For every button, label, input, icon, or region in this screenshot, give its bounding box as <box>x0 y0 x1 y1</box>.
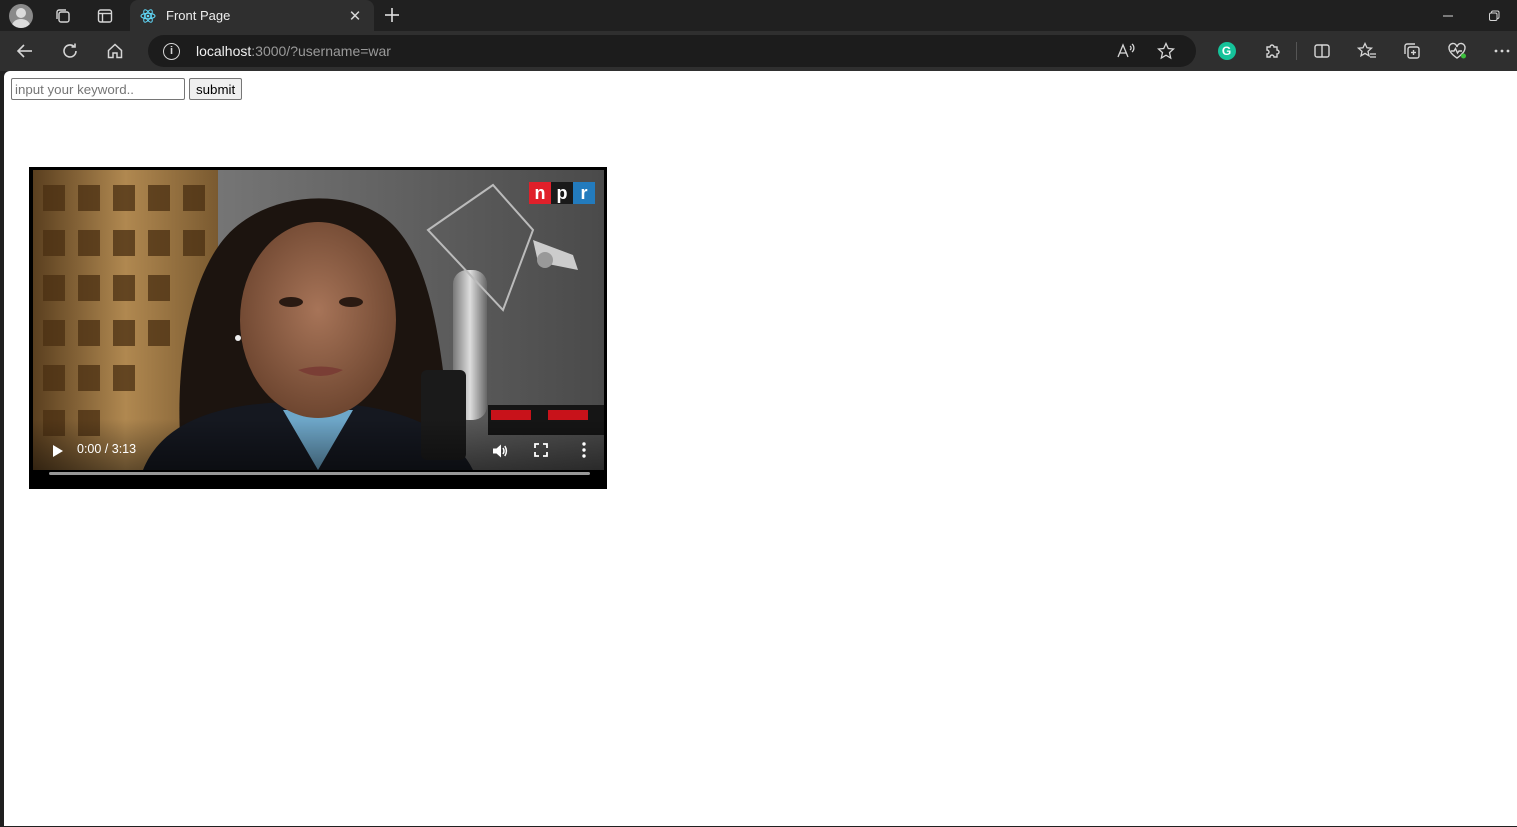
page-viewport: submit <box>4 71 1517 826</box>
video-player[interactable]: n p r 0:00 / 3:13 <box>29 167 607 489</box>
tab-close-icon[interactable]: ✕ <box>346 7 364 25</box>
browser-essentials-button[interactable] <box>1434 35 1479 67</box>
video-controls: 0:00 / 3:13 <box>29 435 607 489</box>
new-tab-button[interactable] <box>380 3 404 27</box>
back-button[interactable] <box>5 35 45 67</box>
svg-text:r: r <box>580 183 587 203</box>
window-controls <box>1425 0 1517 31</box>
read-aloud-button[interactable] <box>1106 35 1146 67</box>
video-progress-bar[interactable] <box>49 472 590 475</box>
keyword-input[interactable] <box>11 78 185 100</box>
url-text: localhost:3000/?username=war <box>196 43 391 59</box>
toolbar-separator <box>1296 42 1297 60</box>
npr-logo: n p r <box>529 182 595 204</box>
site-info-icon[interactable]: i <box>163 42 180 60</box>
reload-icon <box>63 43 77 58</box>
heart-pulse-icon <box>1447 42 1466 59</box>
tab-strip: Front Page ✕ <box>0 0 1517 31</box>
minimize-button[interactable] <box>1425 0 1471 31</box>
favorites-button[interactable] <box>1344 35 1389 67</box>
grammarly-icon: G <box>1217 42 1236 60</box>
tab-actions-button[interactable] <box>84 0 126 31</box>
home-button[interactable] <box>95 35 135 67</box>
ellipsis-icon <box>1494 49 1509 53</box>
collections-icon <box>1403 43 1420 59</box>
reload-button[interactable] <box>50 35 90 67</box>
split-screen-button[interactable] <box>1299 35 1344 67</box>
url-path: :3000/?username=war <box>251 43 391 59</box>
collections-button[interactable] <box>1389 35 1434 67</box>
settings-more-button[interactable] <box>1479 35 1517 67</box>
grammarly-button[interactable]: G <box>1204 35 1249 67</box>
tab-title: Front Page <box>166 8 231 23</box>
search-form: submit <box>11 78 243 100</box>
favorite-star-button[interactable] <box>1146 35 1186 67</box>
volume-icon[interactable] <box>491 442 509 460</box>
home-icon <box>107 43 123 59</box>
more-options-icon[interactable] <box>582 441 586 459</box>
minimize-icon <box>1443 15 1453 16</box>
fullscreen-icon[interactable] <box>534 443 548 457</box>
submit-button[interactable]: submit <box>189 78 243 100</box>
star-icon <box>1157 42 1175 60</box>
profile-button[interactable] <box>0 0 42 31</box>
restore-button[interactable] <box>1471 0 1517 31</box>
react-icon <box>140 8 156 23</box>
workspaces-icon <box>56 8 70 23</box>
url-host: localhost <box>196 43 252 59</box>
browser-toolbar: i localhost:3000/?username=war G <box>0 31 1517 71</box>
read-aloud-icon <box>1117 43 1135 58</box>
plus-icon <box>385 8 399 22</box>
workspaces-button[interactable] <box>42 0 84 31</box>
svg-text:p: p <box>557 183 568 203</box>
restore-icon <box>1489 10 1500 21</box>
puzzle-icon <box>1265 44 1280 58</box>
svg-text:n: n <box>535 183 546 203</box>
back-arrow-icon <box>16 44 32 58</box>
favorites-list-icon <box>1356 42 1376 58</box>
tab-front-page[interactable]: Front Page ✕ <box>130 0 374 31</box>
play-icon[interactable] <box>49 443 65 459</box>
split-screen-icon <box>1313 44 1330 58</box>
address-bar[interactable]: i localhost:3000/?username=war <box>148 35 1196 67</box>
extensions-button[interactable] <box>1249 35 1294 67</box>
tab-actions-icon <box>97 8 113 23</box>
video-timecode: 0:00 / 3:13 <box>77 442 137 456</box>
avatar <box>9 3 33 28</box>
toolbar-right: G <box>1204 35 1517 67</box>
